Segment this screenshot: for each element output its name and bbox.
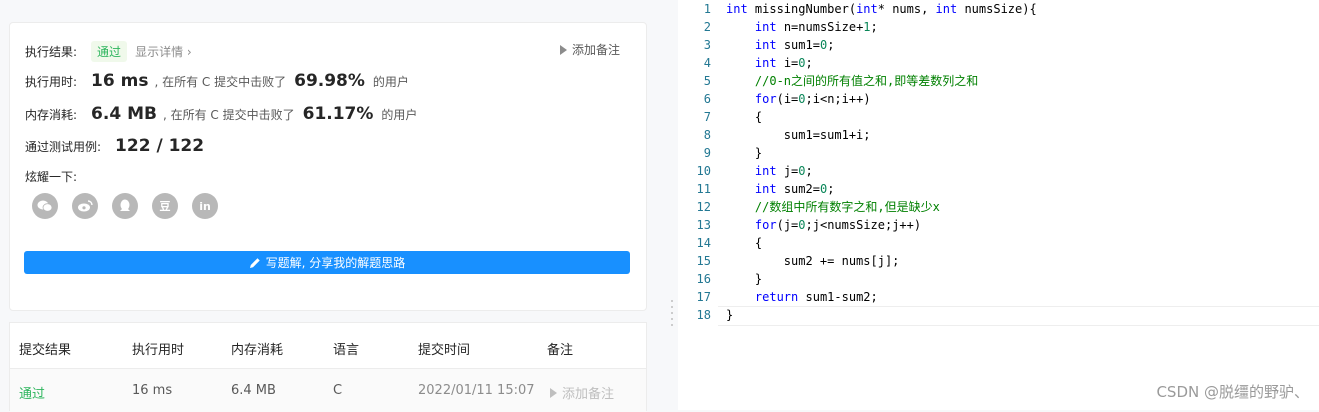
- qq-icon[interactable]: [112, 193, 138, 219]
- result-card: 执行结果: 通过 显示详情 › 添加备注 执行用时: 16 ms , 在所有 C…: [9, 22, 647, 311]
- code-line[interactable]: for(i=0;i<n;i++): [726, 90, 871, 108]
- add-note-button[interactable]: 添加备注: [559, 41, 620, 58]
- code-line[interactable]: int j=0;: [726, 162, 813, 180]
- line-number: 9: [703, 146, 711, 160]
- memory-mid: , 在所有 C 提交中击败了: [162, 107, 295, 122]
- memory-row: 内存消耗: 6.4 MB , 在所有 C 提交中击败了 61.17% 的用户: [25, 104, 417, 124]
- code-line[interactable]: int sum1=0;: [726, 36, 835, 54]
- watermark: CSDN @脱缰的野驴、: [1156, 383, 1309, 401]
- share-label: 炫耀一下:: [25, 170, 78, 184]
- line-number: 15: [696, 254, 711, 268]
- line-number: 3: [703, 38, 711, 52]
- write-solution-button[interactable]: 写题解, 分享我的解题思路: [24, 251, 630, 274]
- row-language: C: [333, 383, 343, 398]
- result-row: 执行结果: 通过 显示详情 ›: [25, 41, 192, 62]
- memory-percent: 61.17%: [302, 104, 374, 124]
- line-number: 5: [703, 74, 711, 88]
- line-number: 11: [696, 182, 711, 196]
- line-number: 2: [703, 20, 711, 34]
- row-time: 2022/01/11 15:07: [418, 383, 535, 398]
- code-editor[interactable]: 1 2 3 4 5 6 7 8 9 10 11 12 13 14 15 16 1…: [678, 0, 1319, 410]
- linkedin-icon[interactable]: in: [192, 193, 218, 219]
- memory-suffix: 的用户: [381, 107, 418, 122]
- code-line[interactable]: }: [726, 270, 762, 288]
- line-number: 12: [696, 200, 711, 214]
- header-time: 提交时间: [418, 343, 471, 358]
- code-line[interactable]: int n=numsSize+1;: [726, 18, 878, 36]
- runtime-label: 执行用时:: [25, 74, 78, 89]
- flag-icon: [550, 387, 557, 398]
- runtime-percent: 69.98%: [294, 71, 365, 91]
- code-line[interactable]: int sum2=0;: [726, 180, 835, 198]
- runtime-value: 16 ms: [91, 71, 149, 91]
- line-number: 10: [696, 164, 711, 178]
- line-number: 4: [703, 56, 711, 70]
- line-number: 13: [696, 218, 711, 232]
- status-badge: 通过: [91, 41, 128, 62]
- show-details-link[interactable]: 显示详情 ›: [135, 43, 192, 60]
- header-note: 备注: [547, 343, 574, 358]
- line-number: 1: [703, 2, 711, 16]
- code-line[interactable]: {: [726, 234, 762, 252]
- header-language: 语言: [333, 343, 360, 358]
- panel-resize-handle[interactable]: [666, 0, 678, 410]
- share-row: 炫耀一下:: [25, 168, 77, 185]
- row-add-note-button[interactable]: 添加备注: [550, 383, 614, 402]
- write-solution-label: 写题解, 分享我的解题思路: [265, 256, 406, 270]
- row-memory: 6.4 MB: [231, 383, 276, 398]
- flag-icon: [559, 44, 567, 55]
- share-icons: 豆 in: [32, 193, 218, 219]
- memory-value: 6.4 MB: [91, 104, 157, 124]
- grip-dot: [671, 324, 673, 326]
- submission-panel: 执行结果: 通过 显示详情 › 添加备注 执行用时: 16 ms , 在所有 C…: [0, 0, 660, 412]
- header-memory: 内存消耗: [231, 343, 284, 358]
- tests-value: 122 / 122: [115, 136, 205, 156]
- code-line[interactable]: return sum1-sum2;: [726, 288, 878, 306]
- code-line[interactable]: //0-n之间的所有值之和,即等差数列之和: [726, 72, 978, 90]
- line-number-gutter: 1 2 3 4 5 6 7 8 9 10 11 12 13 14 15 16 1…: [678, 0, 718, 410]
- code-line[interactable]: }: [726, 306, 733, 324]
- wechat-icon[interactable]: [32, 193, 58, 219]
- memory-label: 内存消耗:: [25, 107, 78, 122]
- submission-history-table: 提交结果 执行用时 内存消耗 语言 提交时间 备注 通过 16 ms 6.4 M…: [9, 322, 647, 412]
- tests-row: 通过测试用例: 122 / 122: [25, 136, 204, 156]
- table-row[interactable]: 通过 16 ms 6.4 MB C 2022/01/11 15:07 添加备注: [10, 368, 646, 412]
- grip-dot: [671, 300, 673, 302]
- line-number: 17: [696, 290, 711, 304]
- code-line[interactable]: int missingNumber(int* nums, int numsSiz…: [726, 0, 1037, 18]
- code-line[interactable]: int i=0;: [726, 54, 813, 72]
- current-line-highlight: [718, 306, 1319, 326]
- line-number: 18: [696, 308, 711, 322]
- grip-dot: [671, 306, 673, 308]
- add-note-label: 添加备注: [571, 43, 620, 57]
- header-status: 提交结果: [19, 343, 72, 358]
- line-number: 16: [696, 272, 711, 286]
- grip-dot: [671, 312, 673, 314]
- code-line[interactable]: sum1=sum1+i;: [726, 126, 871, 144]
- result-label: 执行结果:: [25, 45, 78, 59]
- line-number: 7: [703, 110, 711, 124]
- runtime-mid: , 在所有 C 提交中击败了: [154, 74, 287, 89]
- pencil-icon: [249, 257, 260, 268]
- code-line[interactable]: {: [726, 108, 762, 126]
- grip-dot: [671, 318, 673, 320]
- douban-icon[interactable]: 豆: [152, 193, 178, 219]
- line-number: 8: [703, 128, 711, 142]
- code-line[interactable]: for(j=0;j<numsSize;j++): [726, 216, 921, 234]
- row-note-label: 添加备注: [562, 387, 615, 402]
- code-line[interactable]: //数组中所有数字之和,但是缺少x: [726, 198, 940, 216]
- weibo-icon[interactable]: [72, 193, 98, 219]
- tests-label: 通过测试用例:: [25, 139, 102, 154]
- header-runtime: 执行用时: [132, 343, 185, 358]
- code-line[interactable]: sum2 += nums[j];: [726, 252, 900, 270]
- runtime-suffix: 的用户: [372, 74, 409, 89]
- line-number: 6: [703, 92, 711, 106]
- runtime-row: 执行用时: 16 ms , 在所有 C 提交中击败了 69.98% 的用户: [25, 71, 409, 91]
- line-number: 14: [696, 236, 711, 250]
- code-line[interactable]: }: [726, 144, 762, 162]
- row-status[interactable]: 通过: [19, 383, 45, 402]
- row-runtime: 16 ms: [132, 383, 173, 398]
